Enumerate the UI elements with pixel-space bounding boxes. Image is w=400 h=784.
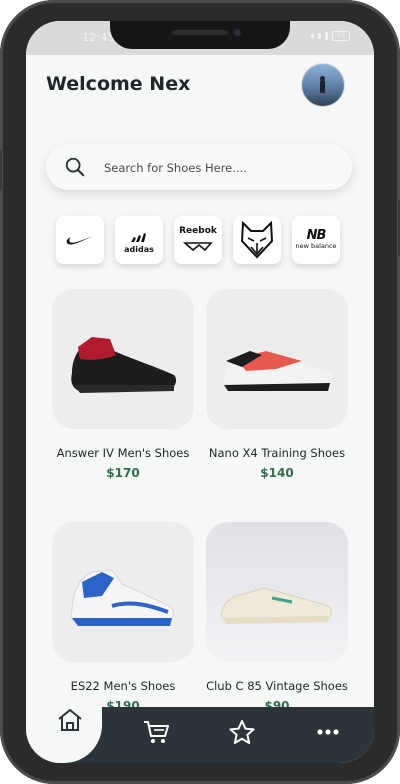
product-card[interactable]: Club C 85 Vintage Shoes $90 — [206, 522, 348, 713]
shoe-image — [220, 587, 332, 624]
signal-bar — [325, 32, 328, 40]
reebok-wordmark: Reebok — [179, 225, 217, 236]
nike-swoosh-icon — [66, 236, 93, 245]
nb-mark: NB — [306, 228, 327, 243]
signal-bar — [318, 33, 321, 39]
brand-wolf[interactable] — [233, 216, 281, 264]
reebok-delta-icon — [182, 241, 213, 251]
speaker — [172, 30, 228, 35]
product-price: $170 — [106, 466, 140, 480]
adidas-wordmark: adidas — [124, 244, 154, 254]
avatar-figure — [320, 80, 325, 93]
product-image — [206, 522, 348, 662]
search-icon — [65, 157, 85, 177]
shoe-image — [70, 569, 175, 626]
product-name: Nano X4 Training Shoes — [208, 446, 346, 460]
volume-button — [0, 150, 2, 190]
new-balance-logo: NB new balance — [295, 228, 337, 250]
product-image — [52, 522, 194, 662]
bottom-nav — [26, 697, 374, 763]
app-screen: 12:45 65 Welcome Nex Search for Shoes He… — [26, 21, 374, 763]
product-card[interactable]: Answer IV Men's Shoes $170 — [52, 289, 194, 480]
reebok-logo: Reebok — [179, 226, 217, 255]
avatar[interactable] — [302, 64, 344, 106]
search-bar[interactable] — [46, 144, 352, 190]
wolf-logo — [240, 221, 274, 259]
adidas-logo: adidas — [124, 227, 154, 254]
more-icon[interactable] — [310, 717, 346, 747]
cart-glyph — [144, 721, 169, 743]
cart-icon[interactable] — [138, 717, 174, 747]
product-name: ES22 Men's Shoes — [70, 679, 176, 693]
star-glyph — [229, 720, 255, 744]
product-price: $140 — [260, 466, 294, 480]
brand-nike[interactable] — [56, 216, 104, 264]
page-title: Welcome Nex — [46, 73, 191, 95]
product-card[interactable]: Nano X4 Training Shoes $140 — [206, 289, 348, 480]
camera — [234, 29, 241, 36]
more-glyph — [317, 729, 339, 735]
shoe-image — [223, 351, 332, 391]
home-icon[interactable] — [52, 703, 88, 737]
search-input[interactable] — [102, 156, 336, 180]
product-image — [206, 289, 348, 429]
phone-frame: 12:45 65 Welcome Nex Search for Shoes He… — [0, 0, 400, 784]
brand-new-balance[interactable]: NB new balance — [292, 216, 340, 264]
adidas-stripes-icon — [130, 232, 146, 242]
battery-icon: 65 — [332, 31, 350, 41]
home-glyph — [58, 709, 82, 731]
product-image — [52, 289, 194, 429]
nb-wordmark: new balance — [295, 242, 337, 250]
star-icon[interactable] — [224, 717, 260, 747]
shoe-image — [71, 337, 177, 393]
product-card[interactable]: ES22 Men's Shoes $190 — [52, 522, 194, 713]
signal-icon — [311, 34, 314, 38]
notch — [110, 21, 290, 49]
brand-adidas[interactable]: adidas — [115, 216, 163, 264]
status-icons: 65 — [311, 31, 350, 41]
product-name: Answer IV Men's Shoes — [56, 446, 190, 460]
product-name: Club C 85 Vintage Shoes — [206, 679, 348, 693]
brand-reebok[interactable]: Reebok — [174, 216, 222, 264]
